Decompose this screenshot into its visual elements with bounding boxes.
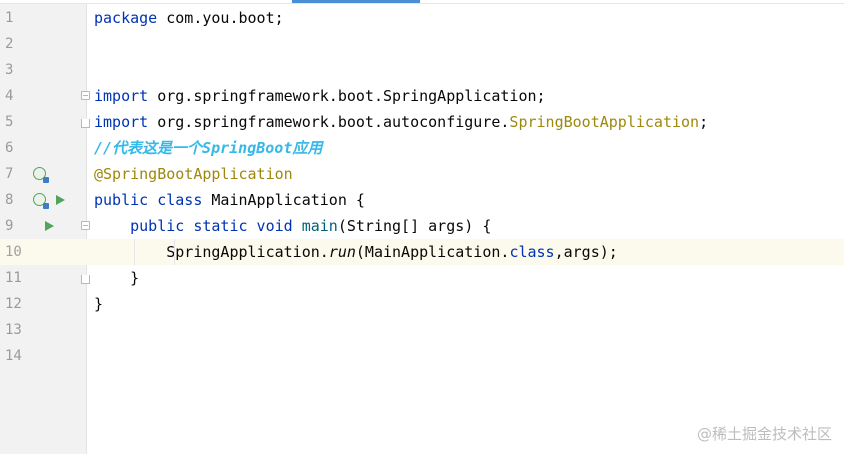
- code-token: (MainApplication.: [355, 243, 510, 261]
- watermark: @稀土掘金技术社区: [696, 425, 832, 443]
- line-number[interactable]: 14: [5, 343, 25, 369]
- code-token: public static void: [130, 217, 302, 235]
- fold-marker-icon[interactable]: [81, 221, 90, 230]
- code-line-13[interactable]: 13: [0, 317, 844, 343]
- code-token: ;: [699, 113, 709, 131]
- code-token: org.springframework.boot.autoconfigure.: [157, 113, 510, 131]
- code-text[interactable]: SpringApplication.run(MainApplication.cl…: [94, 239, 618, 265]
- line-number[interactable]: 6: [5, 135, 25, 161]
- fold-end-icon[interactable]: [81, 119, 90, 128]
- code-token: import: [94, 113, 158, 131]
- line-number[interactable]: 5: [5, 109, 25, 135]
- code-line-9[interactable]: 9 public static void main(String[] args)…: [0, 213, 844, 239]
- code-text[interactable]: import org.springframework.boot.autoconf…: [94, 109, 708, 135]
- line-number[interactable]: 10: [5, 239, 25, 265]
- code-line-7[interactable]: 7 @SpringBootApplication: [0, 161, 844, 187]
- line-number[interactable]: 7: [5, 161, 25, 187]
- code-text[interactable]: //代表这是一个SpringBoot应用: [94, 135, 322, 161]
- spring-bean-icon[interactable]: [33, 193, 49, 209]
- line-number[interactable]: 13: [5, 317, 25, 343]
- line-number[interactable]: 11: [5, 265, 25, 291]
- line-number[interactable]: 3: [5, 57, 25, 83]
- code-token: org.springframework.boot.SpringApplicati…: [157, 87, 546, 105]
- code-text[interactable]: }: [94, 291, 103, 317]
- code-token: run: [328, 243, 356, 261]
- fold-end-icon[interactable]: [81, 275, 90, 284]
- run-icon[interactable]: [45, 221, 54, 231]
- line-number[interactable]: 9: [5, 213, 25, 239]
- code-text[interactable]: import org.springframework.boot.SpringAp…: [94, 83, 546, 109]
- code-line-10[interactable]: 10 SpringApplication.run(MainApplication…: [0, 239, 844, 265]
- line-number[interactable]: 2: [5, 31, 25, 57]
- code-line-14[interactable]: 14: [0, 343, 844, 369]
- code-token: SpringBootApplication: [509, 113, 700, 131]
- code-line-8[interactable]: 8 public class MainApplication {: [0, 187, 844, 213]
- line-number[interactable]: 8: [5, 187, 25, 213]
- code-token: public class: [94, 191, 212, 209]
- code-line-5[interactable]: 5 import org.springframework.boot.autocon…: [0, 109, 844, 135]
- code-token: ,args);: [554, 243, 618, 261]
- code-text[interactable]: }: [94, 265, 139, 291]
- indent-guide: [134, 239, 135, 265]
- code-text[interactable]: public class MainApplication {: [94, 187, 365, 213]
- line-number[interactable]: 12: [5, 291, 25, 317]
- code-line-1[interactable]: 1 package com.you.boot;: [0, 5, 844, 31]
- code-line-2[interactable]: 2: [0, 31, 844, 57]
- indent-guide: [174, 239, 175, 265]
- line-number[interactable]: 1: [5, 5, 25, 31]
- code-line-4[interactable]: 4 import org.springframework.boot.SpringA…: [0, 83, 844, 109]
- code-text[interactable]: @SpringBootApplication: [94, 161, 293, 187]
- code-token: SpringApplication.: [94, 243, 329, 261]
- code-token: }: [94, 269, 140, 287]
- run-icon[interactable]: [56, 195, 65, 205]
- code-token: class: [509, 243, 555, 261]
- code-token: //代表这是一个SpringBoot应用: [94, 139, 323, 157]
- spring-bean-icon[interactable]: [33, 167, 49, 183]
- code-token: package: [94, 9, 167, 27]
- line-number[interactable]: 4: [5, 83, 25, 109]
- code-token: (String[] args) {: [337, 217, 492, 235]
- code-token: MainApplication {: [211, 191, 365, 209]
- code-token: @SpringBootApplication: [94, 165, 293, 183]
- code-text[interactable]: public static void main(String[] args) {: [94, 213, 491, 239]
- code-line-12[interactable]: 12}: [0, 291, 844, 317]
- code-token: main: [301, 217, 338, 235]
- code-token: import: [94, 87, 158, 105]
- code-token: com.you.boot;: [166, 9, 284, 27]
- code-line-6[interactable]: 6 //代表这是一个SpringBoot应用: [0, 135, 844, 161]
- code-token: }: [94, 295, 104, 313]
- code-line-3[interactable]: 3: [0, 57, 844, 83]
- fold-marker-icon[interactable]: [81, 91, 90, 100]
- code-text[interactable]: package com.you.boot;: [94, 5, 284, 31]
- code-line-11[interactable]: 11 }: [0, 265, 844, 291]
